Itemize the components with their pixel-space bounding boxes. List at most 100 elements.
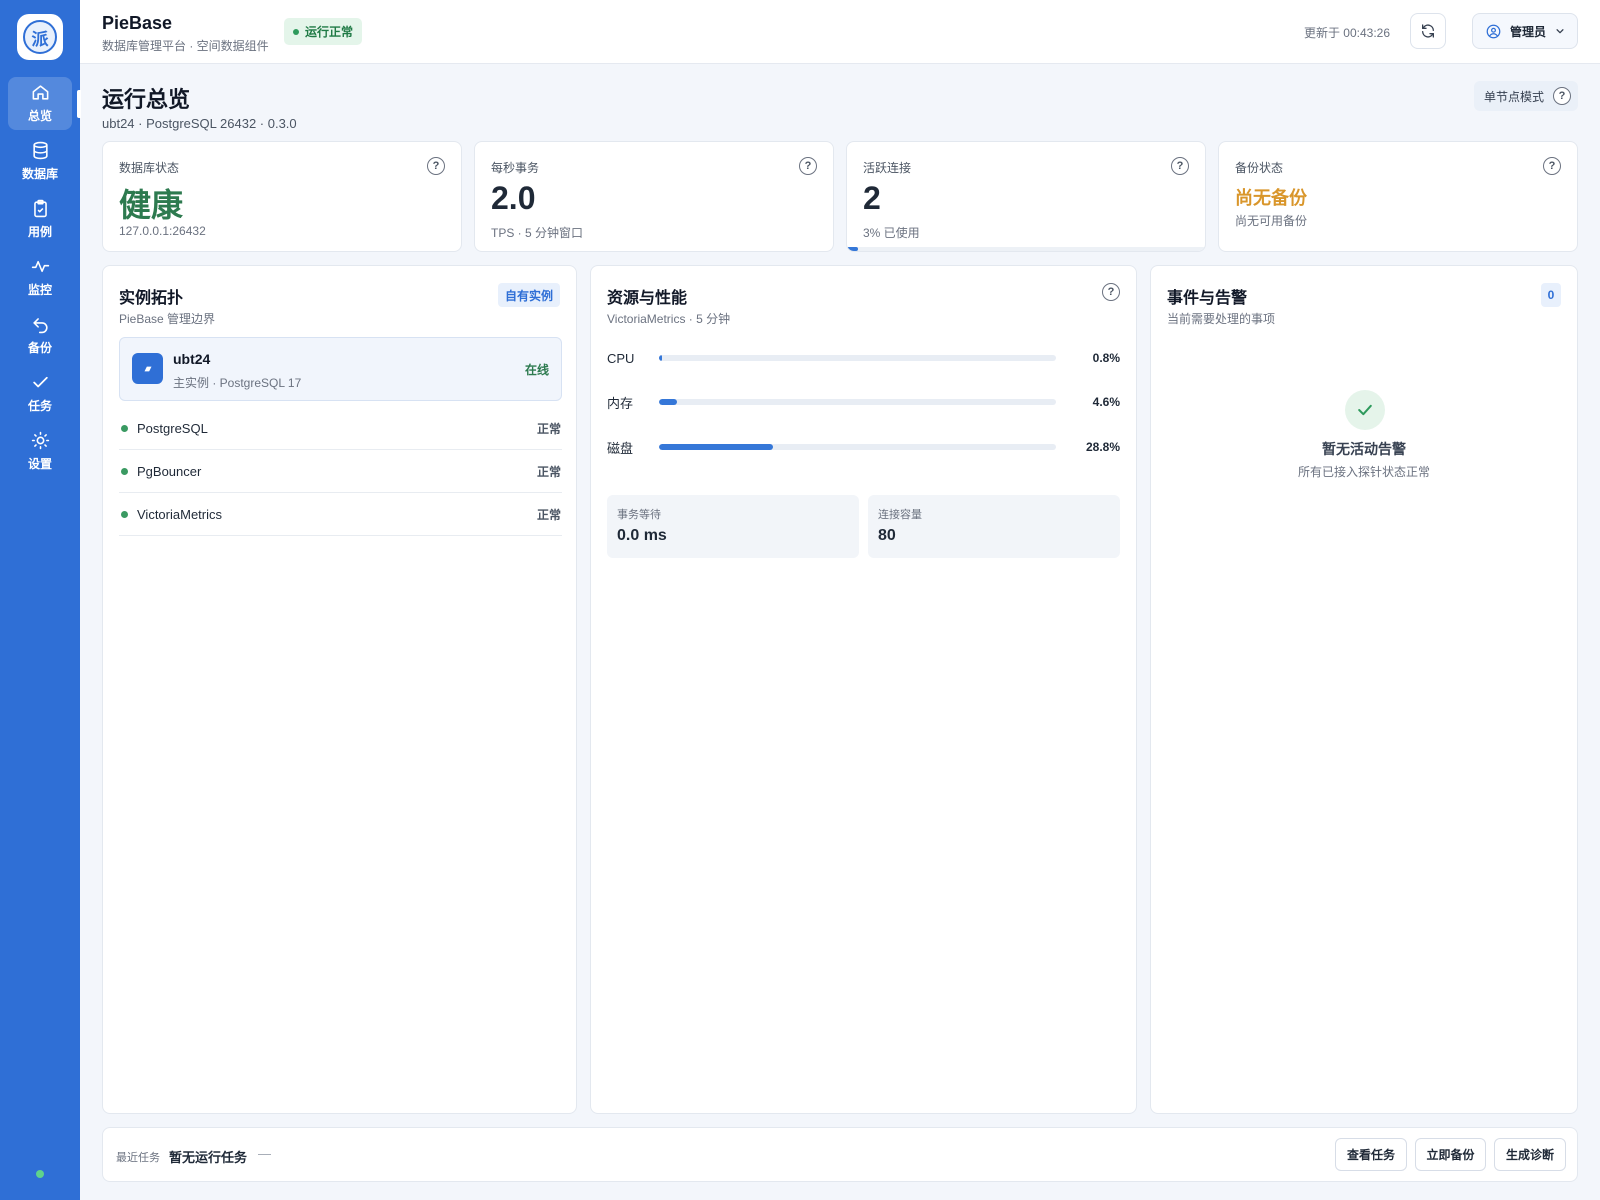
active-nav-indicator xyxy=(77,90,81,118)
metric-value: 2.0 xyxy=(491,180,536,216)
view-tasks-button[interactable]: 查看任务 xyxy=(1335,1138,1407,1171)
resource-label: CPU xyxy=(607,350,635,366)
help-icon[interactable]: ? xyxy=(1543,157,1561,175)
recent-tasks-bar: 最近任务 暂无运行任务 — 查看任务 立即备份 生成诊断 xyxy=(102,1127,1578,1182)
metric-sub: 尚无可用备份 xyxy=(1235,214,1308,228)
service-name: VictoriaMetrics xyxy=(137,506,223,522)
list-item: VictoriaMetrics 正常 xyxy=(119,493,562,536)
resource-row-memory: 内存 4.6% xyxy=(607,392,1120,412)
sidebar-item-settings[interactable]: 设置 xyxy=(8,425,72,478)
undo-icon xyxy=(32,318,48,334)
service-state: 正常 xyxy=(536,421,561,436)
cluster-mode-button[interactable]: 单节点模式 ? xyxy=(1474,81,1578,111)
metric-value: 2 xyxy=(863,180,881,216)
metric-sub: TPS · 5 分钟窗口 xyxy=(491,226,584,240)
sidebar-item-label: 总览 xyxy=(27,109,52,123)
sidebar-item-database[interactable]: 数据库 xyxy=(8,135,72,188)
instance-name: ubt24 xyxy=(173,351,211,367)
metric-card-connections: 活跃连接 ? 2 3% 已使用 xyxy=(846,141,1206,252)
metric-card-db-status: 数据库状态 ? 健康 127.0.0.1:26432 xyxy=(102,141,462,252)
refresh-button[interactable] xyxy=(1410,13,1446,49)
user-circle-icon xyxy=(1486,24,1501,38)
cluster-mode-label: 单节点模式 xyxy=(1484,89,1545,104)
backup-now-button[interactable]: 立即备份 xyxy=(1415,1138,1486,1171)
service-name: PostgreSQL xyxy=(137,420,208,436)
app-logo[interactable]: 派 xyxy=(17,14,63,60)
resource-bar-fill xyxy=(659,399,678,405)
logo-mark: 派 xyxy=(23,20,57,54)
sidebar-item-label: 监控 xyxy=(27,283,52,297)
status-dot-icon xyxy=(121,467,128,475)
metric-value: 健康 xyxy=(119,187,184,223)
panel-title: 实例拓扑 xyxy=(119,290,184,307)
sidebar-item-cases[interactable]: 用例 xyxy=(8,193,72,246)
service-name: PgBouncer xyxy=(137,463,202,479)
resource-value: 4.6% xyxy=(1092,395,1120,409)
resource-bar xyxy=(659,444,1056,450)
recent-tasks-label: 最近任务 xyxy=(116,1152,160,1164)
stat-tx-wait: 事务等待 0.0 ms xyxy=(607,495,859,558)
sidebar-item-tasks[interactable]: 任务 xyxy=(8,367,72,420)
alert-count-badge: 0 xyxy=(1541,283,1561,307)
instance-status: 在线 xyxy=(524,363,549,377)
metric-value: 尚无备份 xyxy=(1235,188,1307,208)
connection-usage-fill xyxy=(847,247,858,251)
empty-state-subtitle: 所有已接入探针状态正常 xyxy=(1297,465,1430,479)
sidebar-item-label: 备份 xyxy=(27,341,52,355)
run-status-badge: 运行正常 xyxy=(284,18,363,45)
sidebar-item-monitor[interactable]: 监控 xyxy=(8,251,72,304)
instance-card[interactable]: ubt24 主实例 · PostgreSQL 17 在线 xyxy=(119,337,562,401)
metric-card-backup: 备份状态 ? 尚无备份 尚无可用备份 xyxy=(1218,141,1578,252)
service-state: 正常 xyxy=(536,507,561,522)
run-status-label: 运行正常 xyxy=(305,25,354,39)
panel-subtitle: VictoriaMetrics · 5 分钟 xyxy=(607,312,731,326)
help-icon[interactable]: ? xyxy=(1171,157,1189,175)
check-icon xyxy=(32,376,48,388)
resource-bar xyxy=(659,399,1056,405)
sidebar-item-label: 任务 xyxy=(27,399,52,413)
server-glyph-icon xyxy=(144,366,151,371)
page-subtitle: ubt24 · PostgreSQL 26432 · 0.3.0 xyxy=(102,116,297,131)
stat-label: 事务等待 xyxy=(617,509,661,521)
help-icon[interactable]: ? xyxy=(799,157,817,175)
app-subtitle: 数据库管理平台 · 空间数据组件 xyxy=(102,39,269,53)
check-circle-icon xyxy=(1345,390,1385,430)
clipboard-check-icon xyxy=(33,199,47,218)
sidebar: 派 总览 数据库 用例 监控 备份 任务 设置 xyxy=(0,0,80,1200)
list-item: PostgreSQL 正常 xyxy=(119,407,562,450)
sidebar-item-overview[interactable]: 总览 xyxy=(8,77,72,130)
help-icon[interactable]: ? xyxy=(1553,87,1572,105)
alerts-panel: 事件与告警 当前需要处理的事项 0 暂无活动告警 所有已接入探针状态正常 xyxy=(1150,265,1578,1114)
help-icon[interactable]: ? xyxy=(427,157,445,175)
help-icon[interactable]: ? xyxy=(1102,283,1120,301)
sidebar-item-backup[interactable]: 备份 xyxy=(8,309,72,362)
metric-sub: 127.0.0.1:26432 xyxy=(119,224,206,238)
metric-label: 备份状态 xyxy=(1235,161,1284,175)
resource-label: 内存 xyxy=(607,395,634,411)
instance-icon xyxy=(132,353,163,384)
chevron-down-icon xyxy=(1556,29,1564,34)
instance-ownership-tag: 自有实例 xyxy=(497,283,560,307)
resource-bar xyxy=(659,355,1056,361)
instance-role: 主实例 · PostgreSQL 17 xyxy=(173,376,302,390)
status-dot-icon xyxy=(293,28,299,35)
resource-value: 28.8% xyxy=(1085,440,1120,454)
resource-label: 磁盘 xyxy=(607,440,634,456)
panel-subtitle: 当前需要处理的事项 xyxy=(1167,312,1276,326)
recent-tasks-value: 暂无运行任务 xyxy=(169,1150,248,1165)
list-item: PgBouncer 正常 xyxy=(119,450,562,493)
page-title: 运行总览 xyxy=(102,87,191,112)
last-updated: 更新于 00:43:26 xyxy=(1303,26,1390,40)
user-menu-button[interactable]: 管理员 xyxy=(1472,13,1578,49)
sidebar-item-label: 设置 xyxy=(27,457,52,471)
metric-label: 每秒事务 xyxy=(491,161,540,175)
refresh-icon xyxy=(1422,24,1434,38)
panel-subtitle: PieBase 管理边界 xyxy=(119,312,216,326)
stat-value: 0.0 ms xyxy=(617,527,667,544)
metric-sub: 3% 已使用 xyxy=(863,226,920,240)
generate-diagnostics-button[interactable]: 生成诊断 xyxy=(1494,1138,1566,1171)
resource-bar-fill xyxy=(659,355,663,361)
database-icon xyxy=(32,141,48,160)
stat-label: 连接容量 xyxy=(878,509,922,521)
metric-card-tps: 每秒事务 ? 2.0 TPS · 5 分钟窗口 xyxy=(474,141,834,252)
